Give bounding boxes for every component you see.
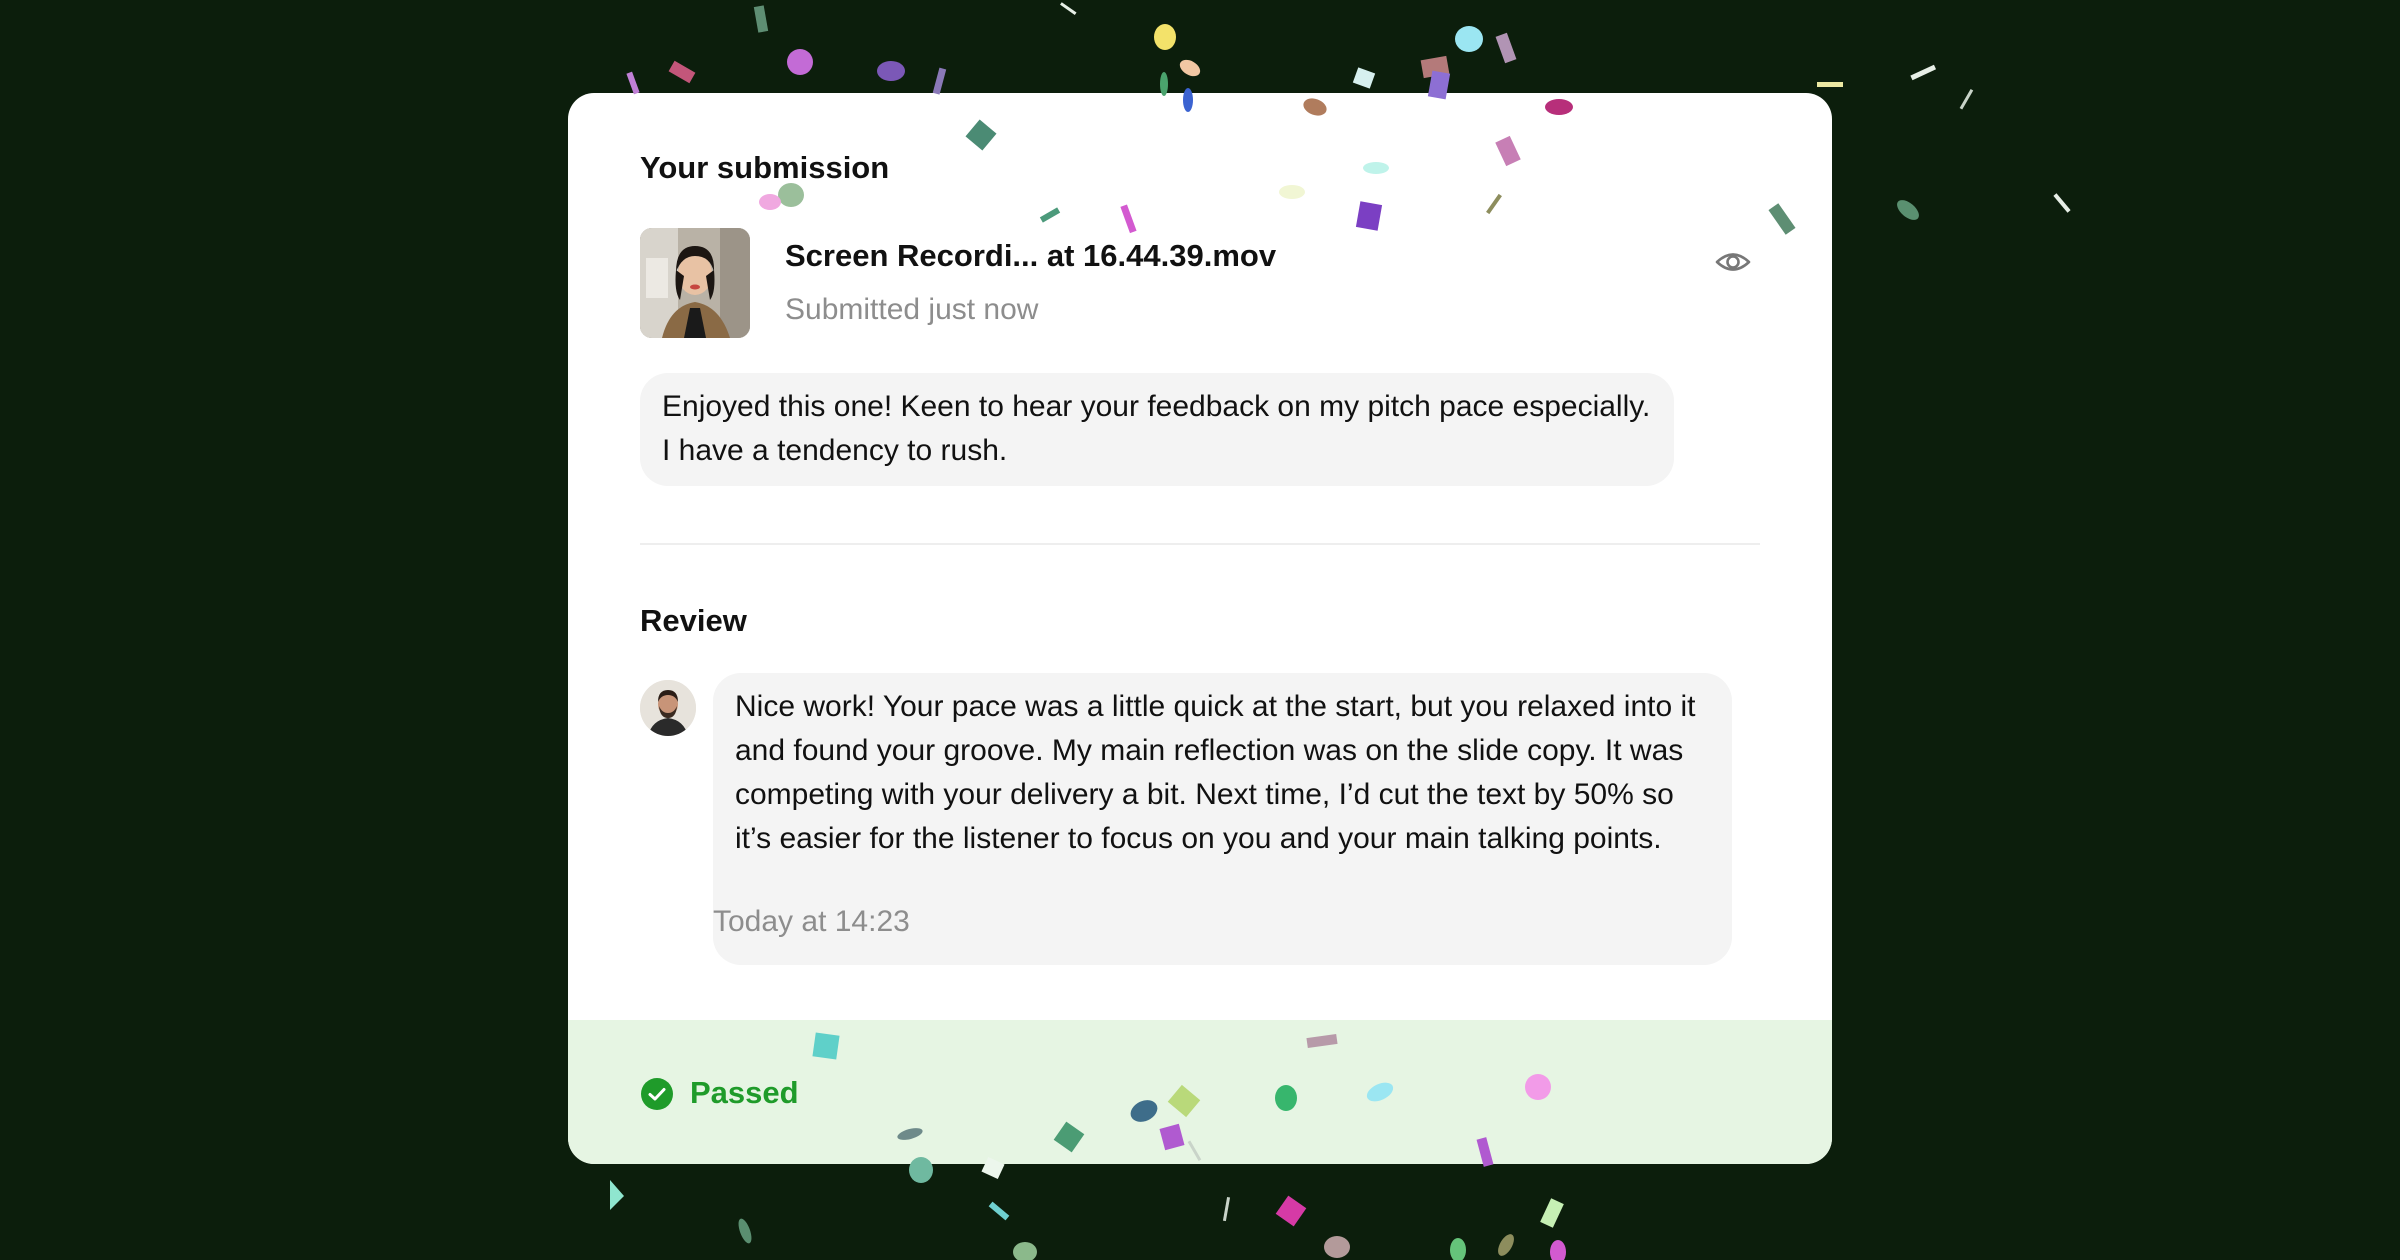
review-heading: Review — [640, 603, 747, 638]
review-timestamp: Today at 14:23 — [713, 905, 910, 938]
reviewer-avatar — [640, 680, 696, 736]
video-thumbnail-image — [640, 228, 750, 338]
submission-comment-line: I have a tendency to rush. — [662, 434, 1008, 467]
check-circle-icon — [641, 1078, 673, 1110]
eye-icon[interactable] — [1714, 243, 1752, 281]
review-comment-line: and found your groove. My main reflectio… — [735, 734, 1684, 767]
file-name[interactable]: Screen Recordi... at 16.44.39.mov — [785, 238, 1276, 274]
submission-comment: Enjoyed this one! Keen to hear your feed… — [640, 373, 1674, 486]
submission-comment-line: Enjoyed this one! Keen to hear your feed… — [662, 390, 1651, 423]
result-footer: Passed — [568, 1020, 1832, 1164]
review-comment-line: competing with your delivery a bit. Next… — [735, 778, 1674, 811]
submission-heading: Your submission — [640, 150, 890, 185]
submission-card: Your submission Screen Recordi... at 16.… — [568, 93, 1832, 1164]
review-comment-line: it’s easier for the listener to focus on… — [735, 822, 1662, 855]
divider — [640, 543, 1760, 545]
passed-status: Passed — [690, 1075, 799, 1110]
video-thumbnail[interactable] — [640, 228, 750, 338]
review-comment-line: Nice work! Your pace was a little quick … — [735, 690, 1696, 723]
submission-status: Submitted just now — [785, 293, 1039, 326]
